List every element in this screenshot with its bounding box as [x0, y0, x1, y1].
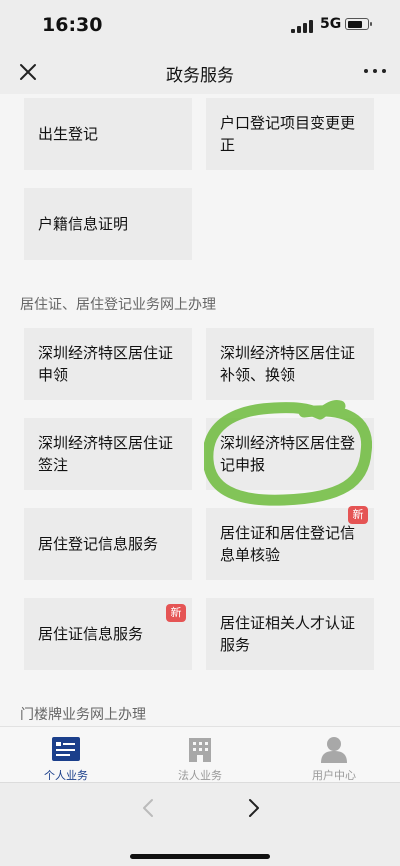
new-badge: 新 — [166, 604, 186, 622]
service-label: 出生登记 — [38, 125, 99, 143]
status-bar: 16:30 5G — [0, 0, 400, 52]
service-label: 居住证和居住登记信息单核验 — [220, 524, 356, 564]
service-label: 居住登记信息服务 — [38, 535, 159, 553]
id-card-icon — [51, 735, 81, 763]
service-household-change[interactable]: 户口登记项目变更更正 — [206, 98, 374, 170]
network-type: 5G — [320, 16, 342, 32]
tab-label: 用户中心 — [312, 769, 356, 782]
service-permit-info[interactable]: 居住证信息服务 新 — [24, 598, 192, 670]
service-residence-permit-endorse[interactable]: 深圳经济特区居住证签注 — [24, 418, 192, 490]
service-label: 户口登记项目变更更正 — [220, 114, 356, 154]
section-title-residence: 居住证、居住登记业务网上办理 — [20, 297, 216, 313]
service-residence-permit-reissue[interactable]: 深圳经济特区居住证补领、换领 — [206, 328, 374, 400]
service-label: 居住证相关人才认证服务 — [220, 614, 356, 654]
tab-bar: 个人业务 法人业务 用户中心 — [0, 726, 400, 783]
service-residence-registration[interactable]: 深圳经济特区居住登记申报 — [206, 418, 374, 490]
service-birth-registration[interactable]: 出生登记 — [24, 98, 192, 170]
service-label: 深圳经济特区居住登记申报 — [220, 434, 356, 474]
browser-toolbar — [0, 782, 400, 866]
service-label: 深圳经济特区居住证补领、换领 — [220, 344, 356, 384]
user-icon — [319, 735, 349, 763]
service-label: 户籍信息证明 — [38, 215, 129, 233]
more-icon[interactable] — [364, 66, 386, 76]
tab-label: 法人业务 — [178, 769, 222, 782]
service-label: 居住证信息服务 — [38, 625, 144, 643]
nav-bar: 政务服务 — [0, 52, 400, 94]
tab-user-center[interactable]: 用户中心 — [279, 727, 389, 783]
service-talent-certification[interactable]: 居住证相关人才认证服务 — [206, 598, 374, 670]
tab-corporate[interactable]: 法人业务 — [145, 727, 255, 783]
tab-label: 个人业务 — [44, 769, 88, 782]
status-time: 16:30 — [42, 14, 103, 36]
service-household-certificate[interactable]: 户籍信息证明 — [24, 188, 192, 260]
service-residence-verify[interactable]: 居住证和居住登记信息单核验 新 — [206, 506, 374, 580]
service-residence-info[interactable]: 居住登记信息服务 — [24, 508, 192, 580]
tab-personal[interactable]: 个人业务 — [11, 727, 121, 783]
forward-arrow-icon[interactable] — [238, 793, 268, 823]
service-label: 深圳经济特区居住证签注 — [38, 434, 174, 474]
new-badge: 新 — [348, 506, 368, 524]
battery-icon — [345, 18, 372, 30]
page-title: 政务服务 — [166, 66, 234, 86]
section-title-doorplate: 门楼牌业务网上办理 — [20, 707, 146, 723]
building-icon — [185, 735, 215, 763]
signal-icon — [291, 20, 313, 33]
service-label: 深圳经济特区居住证申领 — [38, 344, 174, 384]
back-arrow-icon[interactable] — [134, 793, 164, 823]
service-residence-permit-apply[interactable]: 深圳经济特区居住证申领 — [24, 328, 192, 400]
home-indicator — [130, 854, 270, 859]
service-list[interactable]: 出生登记 户口登记项目变更更正 户籍信息证明 居住证、居住登记业务网上办理 深圳… — [0, 94, 400, 726]
